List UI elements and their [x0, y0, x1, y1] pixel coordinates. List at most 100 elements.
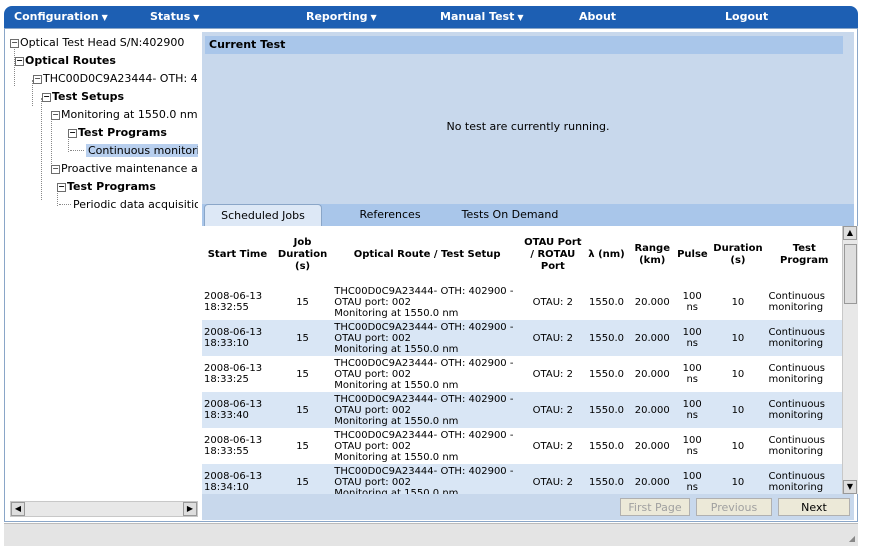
job-duration-cell: 15 — [272, 464, 333, 494]
tree-node-test-programs[interactable]: − Test Programs — [57, 178, 156, 196]
menu-manual-test[interactable]: Manual Test ▼ — [440, 6, 524, 28]
scroll-left-icon[interactable]: ◀ — [11, 502, 25, 516]
port-cell: OTAU: 2 — [521, 284, 584, 320]
first-page-button[interactable]: First Page — [620, 498, 690, 516]
route-cell: THC00D0C9A23444- OTH: 402900 - OTAU port:… — [332, 428, 522, 464]
wavelength-cell: 1550.0 — [583, 320, 630, 356]
route-cell: THC00D0C9A23444- OTH: 402900 - OTAU port:… — [332, 464, 522, 494]
scroll-up-icon[interactable]: ▲ — [843, 226, 857, 240]
column-header[interactable]: Optical Route / Test Setup — [332, 226, 522, 284]
column-header[interactable]: Pulse — [675, 226, 710, 284]
duration-cell: 10 — [709, 356, 767, 392]
tab-scheduled-jobs[interactable]: Scheduled Jobs — [204, 204, 322, 226]
status-bar: ◢ — [4, 523, 858, 546]
menu-reporting[interactable]: Reporting ▼ — [306, 6, 377, 28]
tree-node-setup-monitoring[interactable]: − Monitoring at 1550.0 nm — [51, 106, 198, 124]
wavelength-cell: 1550.0 — [583, 464, 630, 494]
menu-configuration-label: Configuration — [14, 10, 99, 23]
tree-node-test-head[interactable]: − Optical Test Head S/N:402900 — [10, 34, 184, 52]
collapse-icon[interactable]: − — [57, 182, 66, 192]
start-time-cell: 2008-06-13 18:33:25 — [202, 356, 273, 392]
menu-manual-test-label: Manual Test — [440, 10, 515, 23]
pulse-cell: 100 ns — [675, 392, 710, 428]
column-header[interactable]: Range (km) — [629, 226, 676, 284]
test-program-cell: Continuous monitoring — [766, 320, 842, 356]
column-header[interactable]: Start Time — [202, 226, 273, 284]
tree-node-label: Proactive maintenance at — [61, 162, 198, 175]
table-row[interactable]: 2008-06-13 18:33:25 15 THC00D0C9A23444- OTH… — [202, 356, 842, 392]
no-test-message: No test are currently running. — [446, 120, 610, 133]
column-header[interactable]: Job Duration (s) — [272, 226, 333, 284]
pulse-cell: 100 ns — [675, 284, 710, 320]
menu-status[interactable]: Status ▼ — [150, 6, 199, 28]
current-test-title: Current Test — [205, 36, 843, 54]
tree-node-optical-routes[interactable]: − Optical Routes — [15, 52, 116, 70]
tree-node-test-setups[interactable]: − Test Setups — [42, 88, 124, 106]
table-row[interactable]: 2008-06-13 18:33:55 15 THC00D0C9A23444- OTH… — [202, 428, 842, 464]
tree-node-route[interactable]: − THC00D0C9A23444- OTH: 40 — [33, 70, 198, 88]
menu-logout[interactable]: Logout — [725, 6, 768, 28]
tree-node-label: Optical Test Head S/N:402900 — [20, 36, 185, 49]
previous-button[interactable]: Previous — [696, 498, 772, 516]
menu-configuration[interactable]: Configuration ▼ — [14, 6, 108, 28]
tab-references[interactable]: References — [350, 204, 430, 226]
table-row[interactable]: 2008-06-13 18:33:40 15 THC00D0C9A23444- OTH… — [202, 392, 842, 428]
collapse-icon[interactable]: − — [51, 110, 60, 120]
collapse-icon[interactable]: − — [15, 56, 24, 66]
collapse-icon[interactable]: − — [51, 164, 60, 174]
table-vertical-scrollbar[interactable]: ▲ ▼ — [842, 226, 858, 494]
scrollbar-thumb[interactable] — [844, 244, 857, 304]
test-program-cell: Continuous monitoring — [766, 392, 842, 428]
tree-node-continuous-monitoring[interactable]: Continuous monitorin — [86, 142, 198, 160]
menu-about[interactable]: About — [579, 6, 616, 28]
column-header[interactable]: λ (nm) — [583, 226, 630, 284]
tree-node-periodic-data[interactable]: Periodic data acquisitio — [73, 196, 198, 214]
wavelength-cell: 1550.0 — [583, 428, 630, 464]
table-row[interactable]: 2008-06-13 18:33:10 15 THC00D0C9A23444- OTH… — [202, 320, 842, 356]
start-time-cell: 2008-06-13 18:34:10 — [202, 464, 273, 494]
next-button[interactable]: Next — [778, 498, 850, 516]
route-cell: THC00D0C9A23444- OTH: 402900 - OTAU port:… — [332, 284, 522, 320]
resize-grip-icon: ◢ — [848, 534, 855, 543]
port-cell: OTAU: 2 — [521, 392, 584, 428]
pulse-cell: 100 ns — [675, 320, 710, 356]
tree-connector — [41, 98, 42, 200]
port-cell: OTAU: 2 — [521, 320, 584, 356]
range-cell: 20.000 — [629, 464, 676, 494]
range-cell: 20.000 — [629, 284, 676, 320]
range-cell: 20.000 — [629, 356, 676, 392]
chevron-down-icon: ▼ — [101, 13, 108, 22]
table-header-row: Start Time Job Duration (s) Optical Rout… — [202, 226, 842, 284]
tree-connector — [70, 150, 84, 151]
table-row[interactable]: 2008-06-13 18:34:10 15 THC00D0C9A23444- OTH… — [202, 464, 842, 494]
tree-node-label: Test Setups — [52, 90, 125, 103]
column-header[interactable]: Test Program — [766, 226, 842, 284]
tree-node-setup-proactive[interactable]: − Proactive maintenance at — [51, 160, 198, 178]
tab-tests-on-demand[interactable]: Tests On Demand — [454, 204, 566, 226]
test-program-cell: Continuous monitoring — [766, 284, 842, 320]
pager: First Page Previous Next — [202, 496, 854, 520]
tree-node-label: Test Programs — [78, 126, 167, 139]
tree-node-label: Continuous monitorin — [86, 144, 198, 157]
scroll-down-icon[interactable]: ▼ — [843, 480, 857, 494]
column-header[interactable]: Duration (s) — [709, 226, 767, 284]
collapse-icon[interactable]: − — [68, 128, 77, 138]
pulse-cell: 100 ns — [675, 464, 710, 494]
range-cell: 20.000 — [629, 320, 676, 356]
start-time-cell: 2008-06-13 18:33:40 — [202, 392, 273, 428]
duration-cell: 10 — [709, 428, 767, 464]
tree-horizontal-scrollbar[interactable]: ◀ ▶ — [10, 501, 198, 517]
test-program-cell: Continuous monitoring — [766, 356, 842, 392]
tree-node-test-programs[interactable]: − Test Programs — [68, 124, 167, 142]
duration-cell: 10 — [709, 392, 767, 428]
job-duration-cell: 15 — [272, 284, 333, 320]
collapse-icon[interactable]: − — [10, 38, 19, 48]
wavelength-cell: 1550.0 — [583, 392, 630, 428]
collapse-icon[interactable]: − — [42, 92, 51, 102]
route-cell: THC00D0C9A23444- OTH: 402900 - OTAU port:… — [332, 356, 522, 392]
table-row[interactable]: 2008-06-13 18:32:55 15 THC00D0C9A23444- OTH… — [202, 284, 842, 320]
route-cell: THC00D0C9A23444- OTH: 402900 - OTAU port:… — [332, 320, 522, 356]
column-header[interactable]: OTAU Port / ROTAU Port — [521, 226, 584, 284]
scroll-right-icon[interactable]: ▶ — [183, 502, 197, 516]
collapse-icon[interactable]: − — [33, 74, 42, 84]
